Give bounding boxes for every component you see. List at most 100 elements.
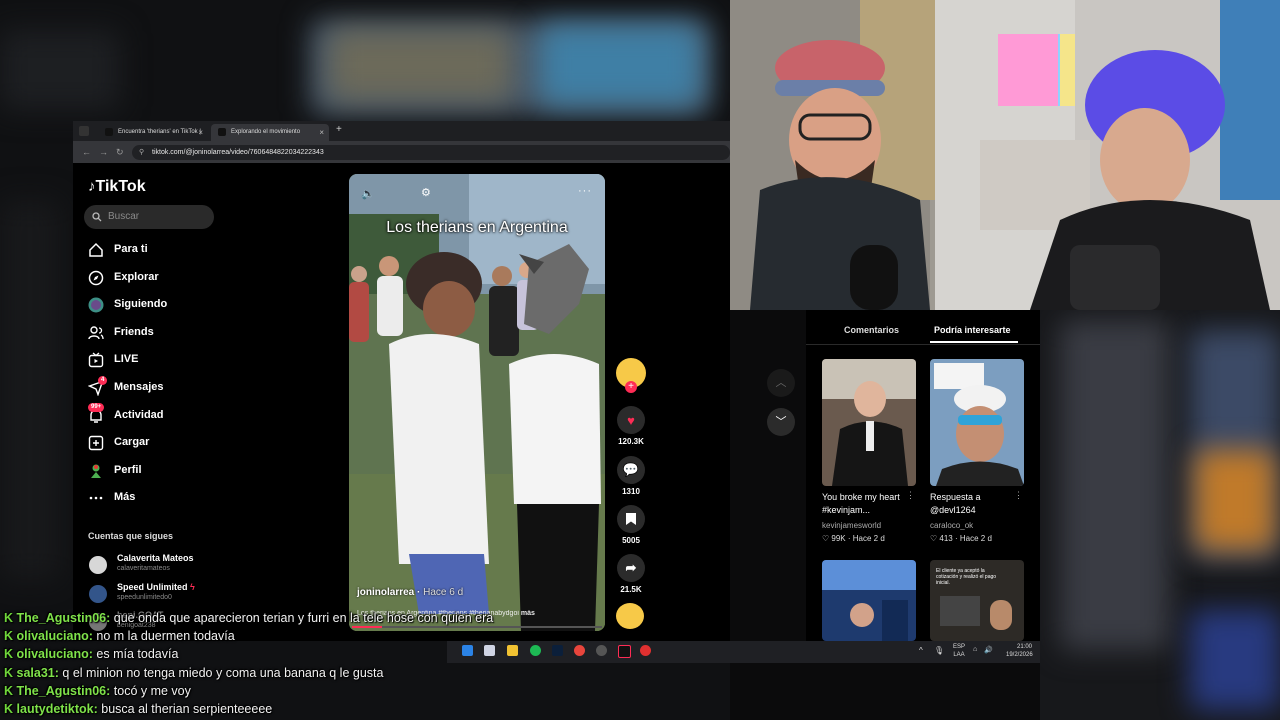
video-frame-image xyxy=(349,174,605,631)
nav-mensajes[interactable]: 4 Mensajes xyxy=(88,376,238,398)
suggested-video-thumb[interactable] xyxy=(930,359,1024,486)
language-indicator[interactable]: ESP LAA xyxy=(953,643,965,659)
comment-button[interactable]: 💬 1310 xyxy=(616,456,646,496)
chat-text: busca al therian serpienteeeee xyxy=(101,702,273,716)
nav-label: Más xyxy=(114,491,136,503)
volume-icon[interactable]: 🔊 xyxy=(984,646,993,654)
chat-username: olivaluciano: xyxy=(16,629,93,643)
nav-explorar[interactable]: Explorar xyxy=(88,268,238,288)
share-count: 21.5K xyxy=(620,585,642,594)
comment-count: 1310 xyxy=(622,487,640,496)
nav-label: Friends xyxy=(114,326,154,338)
video-player[interactable] xyxy=(349,174,605,631)
nav-label: Para ti xyxy=(114,243,148,255)
tab-menu-icon[interactable] xyxy=(79,126,89,136)
thumbnail-image xyxy=(822,359,916,486)
nav-mas[interactable]: Más xyxy=(88,488,238,508)
suggested-video-thumb[interactable]: El cliente ya aceptó la cotización y rea… xyxy=(930,560,1024,641)
video-author: joninolarrea xyxy=(357,587,415,598)
flame-icon: ϟ xyxy=(190,582,195,592)
chat-message: K olivaluciano: es mía todavía xyxy=(0,645,700,663)
kick-badge-icon: K xyxy=(4,647,14,661)
tiktok-favicon-icon xyxy=(218,128,226,136)
tab-label: Encuentra 'therians' en TikTok | xyxy=(118,129,201,135)
follow-plus-icon[interactable]: + xyxy=(625,381,637,393)
search-input[interactable]: Buscar xyxy=(84,205,214,229)
clock[interactable]: 21:00 19/2/2026 xyxy=(1006,643,1033,659)
card-title[interactable]: Respuesta a @devl1264 xyxy=(930,491,1015,517)
chat-username: lautydetiktok: xyxy=(16,702,98,716)
video-title: Los therians en Argentina xyxy=(386,219,568,236)
following-account[interactable]: Calaverita Mateos calaveritamateos xyxy=(88,553,238,579)
chat-message: K The_Agustin06: que onda que apareciero… xyxy=(0,609,700,627)
tray-chevron-icon[interactable]: ^ xyxy=(919,646,923,655)
close-tab-icon[interactable]: × xyxy=(198,124,203,141)
chat-text: tocó y me voy xyxy=(113,684,191,698)
network-icon[interactable]: ⌂ xyxy=(973,646,977,653)
new-tab-button[interactable]: + xyxy=(336,124,342,135)
chevron-up-icon[interactable]: ︿ xyxy=(767,369,795,397)
share-button[interactable]: ➦ 21.5K xyxy=(616,554,646,594)
more-options-icon[interactable]: ··· xyxy=(578,185,592,197)
save-button[interactable]: 5005 xyxy=(616,505,646,545)
forward-icon[interactable]: → xyxy=(99,146,108,158)
card-more-icon[interactable]: ⋮ xyxy=(906,490,915,501)
card-title[interactable]: You broke my heart #kevinjam... xyxy=(822,491,907,517)
nav-label: Cargar xyxy=(114,436,150,448)
reload-icon[interactable]: ↻ xyxy=(116,146,124,158)
nav-siguiendo[interactable]: Siguiendo xyxy=(88,295,238,315)
blurred-background-right xyxy=(1040,310,1280,720)
friends-icon xyxy=(88,326,104,340)
card-more-icon[interactable]: ⋮ xyxy=(1014,490,1023,501)
mute-icon[interactable]: 🔈 xyxy=(361,187,375,200)
chat-text: q el minion no tenga miedo y coma una ba… xyxy=(62,666,384,680)
divider xyxy=(806,344,1040,345)
search-placeholder: Buscar xyxy=(108,211,140,222)
thumbnail-screen xyxy=(940,596,980,626)
profile-icon xyxy=(91,464,101,478)
chevron-down-icon[interactable]: ﹀ xyxy=(767,408,795,436)
tab-label: Explorando el movimiento xyxy=(231,129,301,135)
chat-message: K The_Agustin06: tocó y me voy xyxy=(0,682,700,700)
account-name: Calaverita Mateos xyxy=(117,553,194,563)
nav-label: Actividad xyxy=(114,409,164,421)
tab-podria-interesarte[interactable]: Podría interesarte xyxy=(934,325,1011,335)
close-tab-icon[interactable]: × xyxy=(319,124,324,141)
browser-tab-2[interactable]: Explorando el movimiento × xyxy=(211,124,329,141)
kick-badge-icon: K xyxy=(4,666,14,680)
tab-comentarios[interactable]: Comentarios xyxy=(844,325,899,335)
video-author-line[interactable]: joninolarrea · Hace 6 d xyxy=(357,587,463,598)
nav-cargar[interactable]: Cargar xyxy=(88,433,238,453)
tiktok-note-icon: ♪ xyxy=(88,178,96,195)
nav-friends[interactable]: Friends xyxy=(88,323,238,343)
suggested-video-thumb[interactable] xyxy=(822,560,916,641)
browser-tab-bar: Encuentra 'therians' en TikTok | × Explo… xyxy=(73,121,730,141)
bookmark-icon xyxy=(617,505,645,533)
heart-icon: ♥ xyxy=(617,406,645,434)
nav-actividad[interactable]: 99+ Actividad xyxy=(88,403,238,426)
nav-label: Perfil xyxy=(114,464,142,476)
following-account[interactable]: Speed Unlimited ϟ speedunlimitedo0 xyxy=(88,582,238,608)
nav-perfil[interactable]: Perfil xyxy=(88,461,238,481)
messages-badge: 4 xyxy=(98,376,108,385)
nav-para-ti[interactable]: Para ti xyxy=(88,240,238,260)
card-author[interactable]: caraloco_ok xyxy=(930,521,973,530)
settings-icon[interactable]: ⚙ xyxy=(421,186,431,199)
site-info-icon[interactable]: ⚲ xyxy=(139,148,144,156)
mic-icon[interactable]: 🎙 xyxy=(934,646,944,655)
heart-outline-icon: ♡ xyxy=(930,534,938,543)
back-icon[interactable]: ← xyxy=(82,146,91,158)
compass-icon xyxy=(88,270,104,286)
browser-tab-1[interactable]: Encuentra 'therians' en TikTok | × xyxy=(98,124,208,141)
card-author[interactable]: kevinjamesworld xyxy=(822,521,881,530)
suggested-video-thumb[interactable] xyxy=(822,359,916,486)
like-button[interactable]: ♥ 120.3K xyxy=(616,406,646,446)
save-count: 5005 xyxy=(622,536,640,545)
webcam-image xyxy=(730,0,1280,310)
nav-live[interactable]: LIVE xyxy=(88,350,238,370)
chat-message: K olivaluciano: no m la duermen todavía xyxy=(0,627,700,645)
tiktok-logo[interactable]: ♪TikTok xyxy=(88,178,146,196)
chat-username: sala31: xyxy=(16,666,59,680)
thumbnail-image xyxy=(822,560,916,641)
tiktok-favicon-icon xyxy=(105,128,113,136)
